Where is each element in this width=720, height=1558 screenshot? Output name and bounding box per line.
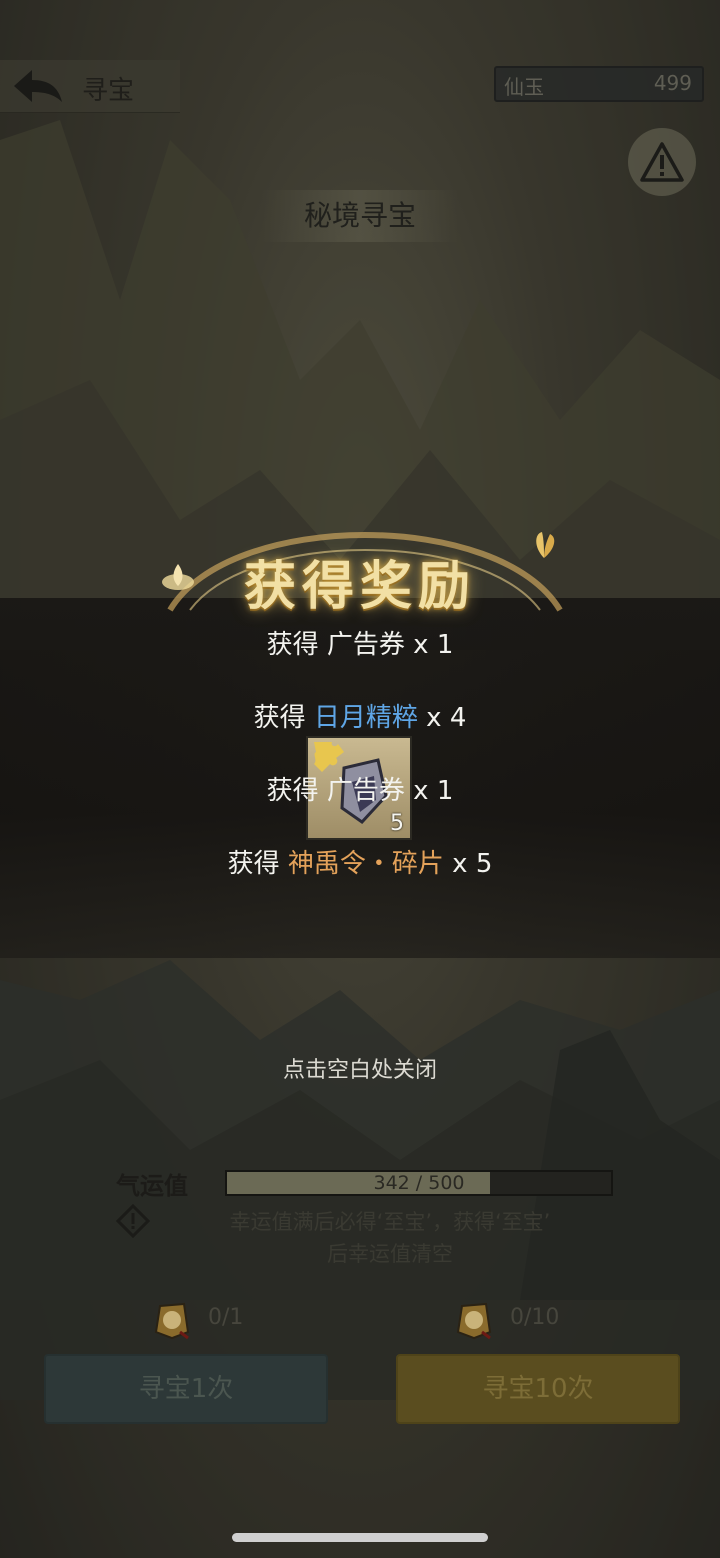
- top-bar: 寻宝: [0, 60, 180, 113]
- reward-line: 获得 神禹令・碎片 x 5: [227, 849, 493, 879]
- luck-progress-bar: 342 / 500: [225, 1170, 613, 1196]
- draw-ten-button[interactable]: 寻宝10次: [396, 1354, 680, 1424]
- luck-progress-text: 342 / 500: [373, 1172, 465, 1194]
- reward-line: 获得 日月精粹 x 4: [253, 703, 467, 733]
- info-diamond-icon[interactable]: [116, 1204, 150, 1238]
- reward-title: 获得奖励: [243, 556, 476, 617]
- warning-button[interactable]: [628, 128, 696, 196]
- currency-display: 仙玉 499: [494, 66, 704, 102]
- currency-value: 499: [653, 71, 692, 95]
- page-title: 寻宝: [82, 76, 135, 106]
- reward-line: 获得 广告券 x 1: [266, 776, 454, 806]
- home-indicator[interactable]: [232, 1533, 488, 1542]
- draw-one-button[interactable]: 寻宝1次: [44, 1354, 328, 1424]
- reward-line: 获得 广告券 x 1: [266, 630, 454, 660]
- back-arrow-icon[interactable]: [10, 68, 64, 104]
- close-hint: 点击空白处关闭: [282, 1058, 437, 1083]
- section-title: 秘境寻宝: [262, 190, 458, 242]
- currency-label: 仙玉: [504, 75, 544, 99]
- luck-note: 幸运值满后必得‘至宝’，获得‘至宝’ 后幸运值清空: [229, 1210, 551, 1266]
- luck-label: 气运值: [116, 1171, 188, 1200]
- warning-icon: [640, 142, 684, 182]
- token-icon: [456, 1302, 492, 1340]
- token-icon: [154, 1302, 190, 1340]
- draw-one-count: 0/1: [208, 1305, 244, 1330]
- item-count: 5: [390, 811, 404, 836]
- draw-ten-count: 0/10: [510, 1305, 560, 1330]
